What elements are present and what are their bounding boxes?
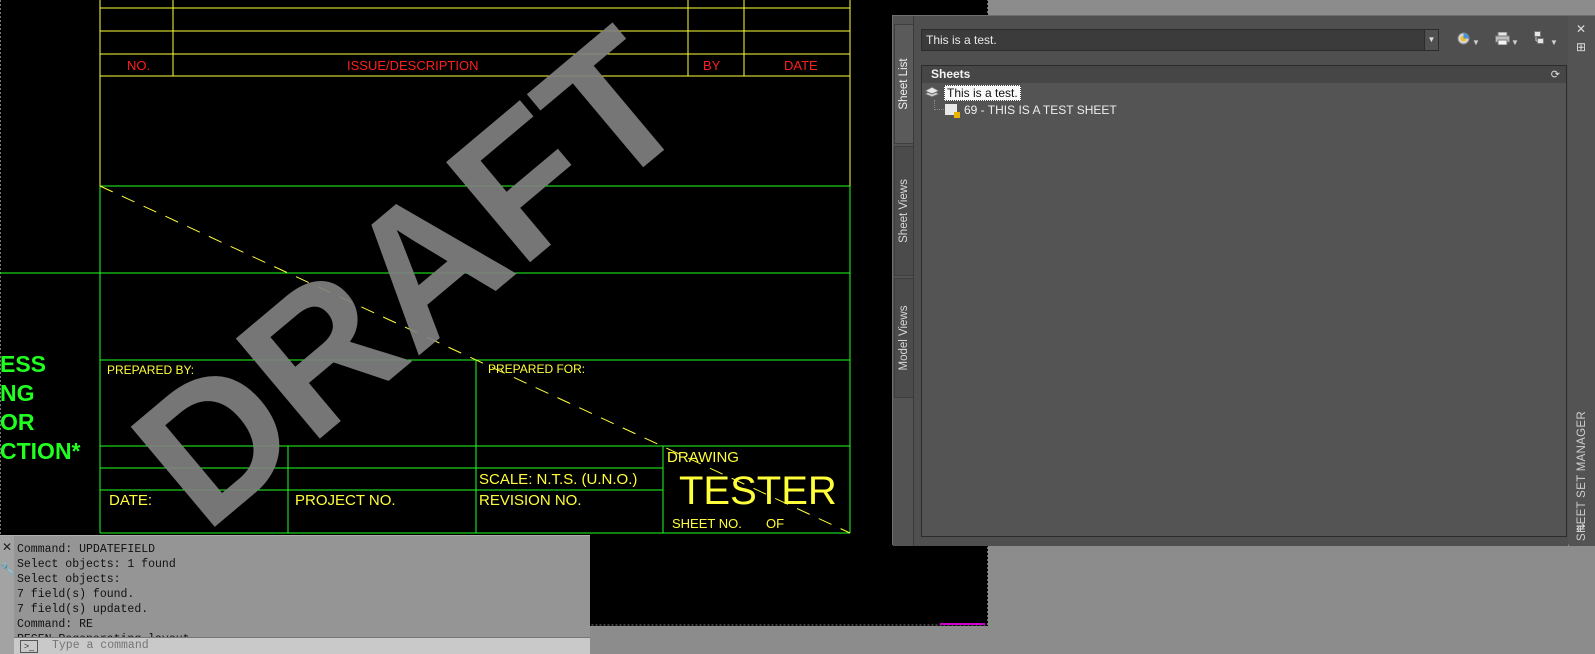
publish-icon: [1494, 30, 1510, 52]
drawing-canvas[interactable]: DRAFT NO. ISSUE/DESCRIPTION BY DATE ESS …: [0, 0, 988, 626]
autocad-window: DRAFT NO. ISSUE/DESCRIPTION BY DATE ESS …: [0, 0, 1595, 654]
chevron-down-icon[interactable]: ▼: [1424, 30, 1438, 50]
rev-description-header: ISSUE/DESCRIPTION: [347, 58, 479, 73]
date-label: DATE:: [109, 492, 153, 509]
prepared-for-label: PREPARED FOR:: [488, 362, 586, 376]
chevron-down-icon[interactable]: ▼: [1510, 32, 1520, 54]
command-prompt-icon[interactable]: >_: [20, 640, 38, 653]
sheet-set-icon: [923, 85, 941, 99]
sheets-panel-title: Sheets: [931, 67, 971, 81]
chevron-down-icon[interactable]: ▼: [1549, 32, 1559, 54]
command-history: Command: UPDATEFIELD Select objects: 1 f…: [17, 543, 196, 646]
auto-hide-icon[interactable]: ⇄: [1576, 521, 1585, 534]
publish-status-icon: [1455, 30, 1471, 52]
tab-model-views[interactable]: Model Views: [894, 278, 913, 398]
sheet-no-label: SHEET NO.: [672, 516, 742, 531]
publish-button[interactable]: ▼: [1494, 30, 1526, 52]
palette-titlebar[interactable]: ✕ ⊞ SHEET SET MANAGER ⇄: [1569, 16, 1595, 546]
close-icon[interactable]: ✕: [1576, 22, 1586, 36]
note-line-1: ESS: [0, 351, 47, 377]
sheet-icon: [944, 103, 960, 118]
drawing-label: DRAWING: [667, 449, 739, 466]
properties-icon[interactable]: ⊞: [1576, 40, 1586, 54]
rev-by-header: BY: [703, 58, 721, 73]
sheets-panel-header: Sheets ⟳: [922, 66, 1566, 83]
tree-item-label: This is a test.: [944, 85, 1021, 101]
sheet-set-manager-palette: Sheet List Sheet Views Model Views This …: [892, 15, 1595, 546]
note-line-4: CTION*: [0, 438, 81, 464]
sheet-selections-icon: [1533, 30, 1549, 52]
sheets-tree-panel: Sheets ⟳ This is a test. 69 - THIS IS A …: [921, 65, 1567, 537]
tree-item-sheet[interactable]: 69 - THIS IS A TEST SHEET: [944, 103, 1117, 119]
settings-icon[interactable]: 🔧: [0, 558, 15, 580]
tree-connector: [934, 100, 944, 110]
drawing-title: TESTER: [679, 469, 837, 513]
command-line-sidebar: ✕ 🔧: [0, 536, 15, 654]
note-line-2: NG: [0, 380, 35, 406]
command-input-bar[interactable]: >_: [14, 637, 590, 654]
chevron-down-icon[interactable]: ▼: [1471, 32, 1481, 54]
of-label: OF: [766, 516, 785, 531]
sheet-selections-button[interactable]: ▼: [1533, 30, 1565, 52]
rev-date-header: DATE: [784, 58, 818, 73]
revision-no-label: REVISION NO.: [479, 492, 582, 509]
palette-body: This is a test. ▼ ▼ ▼ ▼ Sheets ⟳ This is…: [913, 16, 1568, 546]
scale-label: SCALE: N.T.S. (U.N.O.): [479, 471, 638, 488]
command-input[interactable]: [52, 639, 572, 652]
project-no-label: PROJECT NO.: [295, 492, 396, 509]
rev-no-header: NO.: [127, 58, 151, 73]
command-line-window: ✕ 🔧 Command: UPDATEFIELD Select objects:…: [0, 535, 590, 654]
note-line-3: OR: [0, 409, 35, 435]
palette-tabs: Sheet List Sheet Views Model Views: [893, 16, 913, 546]
publish-status-button[interactable]: ▼: [1455, 30, 1487, 52]
sheet-set-selector-value: This is a test.: [926, 33, 997, 47]
title-block-lines: DRAFT: [0, 0, 988, 626]
sheet-set-selector[interactable]: This is a test. ▼: [921, 29, 1439, 51]
prepared-by-label: PREPARED BY:: [107, 363, 195, 377]
tab-sheet-list[interactable]: Sheet List: [894, 24, 913, 144]
tree-item-label: 69 - THIS IS A TEST SHEET: [964, 103, 1117, 117]
refresh-icon[interactable]: ⟳: [1551, 67, 1560, 84]
close-icon[interactable]: ✕: [0, 536, 14, 558]
tab-sheet-views[interactable]: Sheet Views: [894, 146, 913, 276]
